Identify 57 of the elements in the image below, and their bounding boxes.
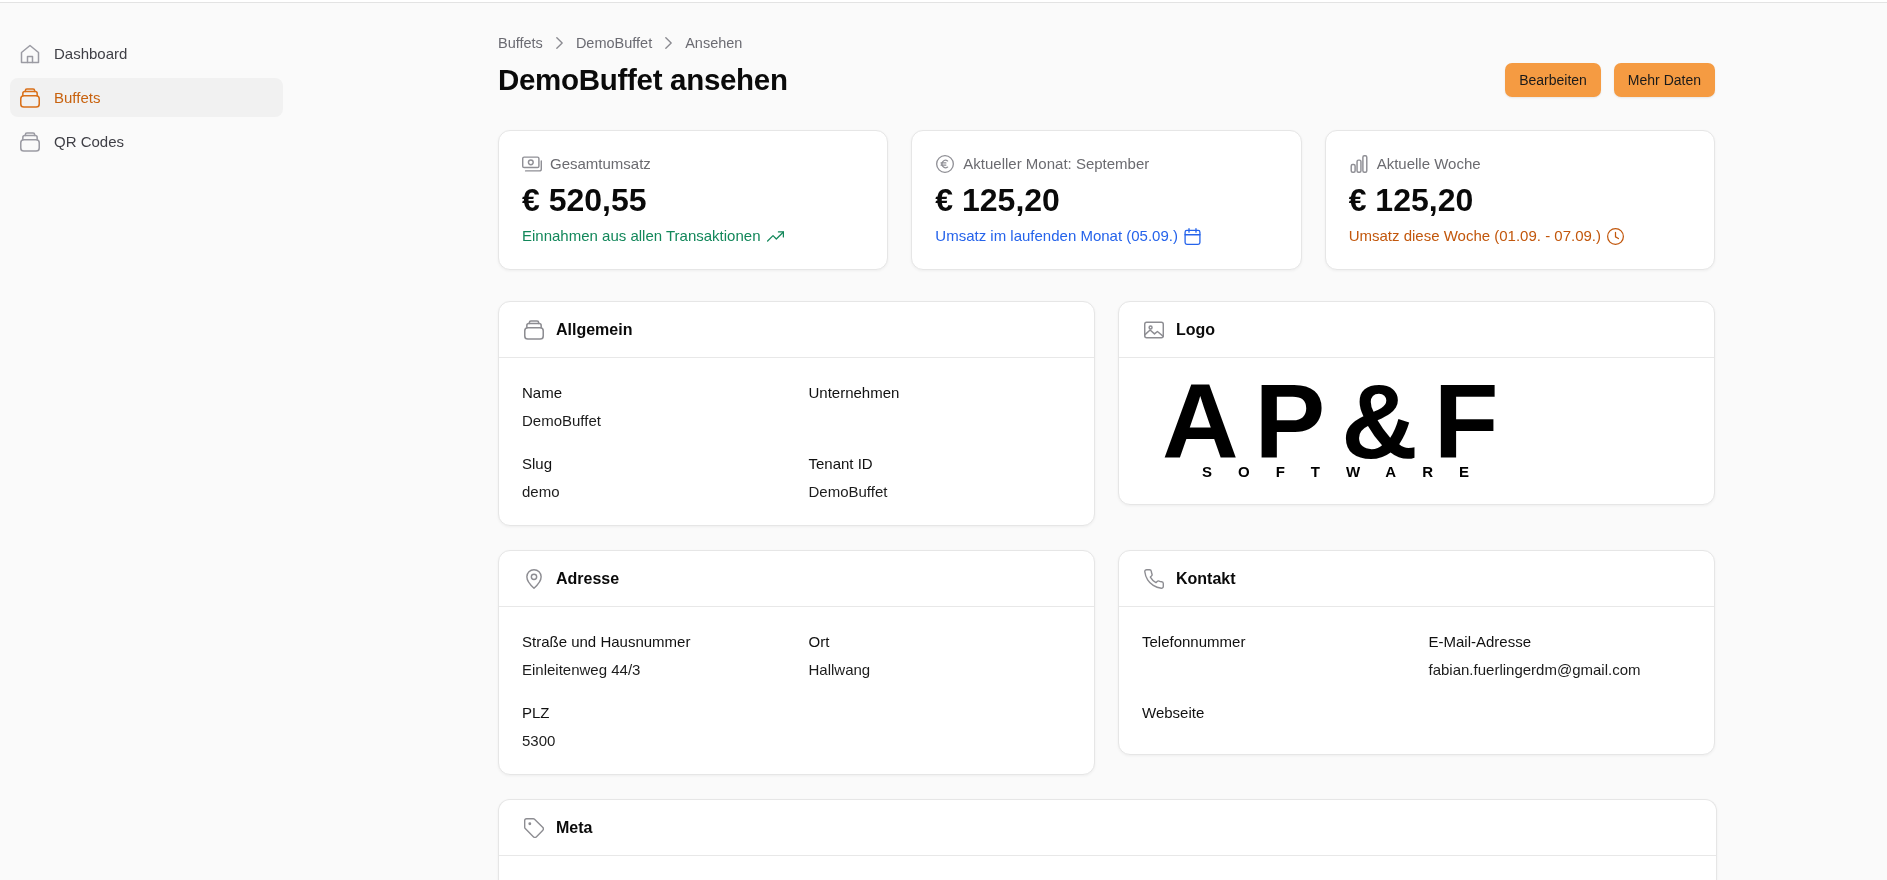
tray-stack-icon xyxy=(20,87,40,108)
page-title: DemoBuffet ansehen xyxy=(498,63,788,97)
edit-button[interactable]: Bearbeiten xyxy=(1505,63,1601,97)
home-icon xyxy=(20,43,40,64)
logo-wordmark: AP&F xyxy=(1162,382,1515,460)
phone-icon xyxy=(1144,568,1164,589)
field-label: Webseite xyxy=(1142,703,1206,723)
banknote-icon xyxy=(522,155,542,173)
breadcrumb-link[interactable]: Buffets xyxy=(498,33,543,53)
calendar-icon xyxy=(1183,227,1201,245)
field-value: DemoBuffet xyxy=(522,411,602,431)
panel-title: Logo xyxy=(1176,319,1216,340)
breadcrumb-current: Ansehen xyxy=(685,34,743,53)
tag-icon xyxy=(524,817,544,838)
map-pin-icon xyxy=(524,568,544,589)
sidebar-item[interactable]: QR Codes xyxy=(10,122,283,161)
stat-value: € 125,20 xyxy=(935,182,1060,218)
stat-label: Gesamtumsatz xyxy=(550,154,651,174)
stat-note: Umsatz im laufenden Monat (05.09.) xyxy=(935,226,1178,246)
stat-note: Einnahmen aus allen Transaktionen xyxy=(522,226,761,246)
panel-title: Allgemein xyxy=(556,319,633,340)
field-label: Straße und Hausnummer xyxy=(522,632,692,652)
panel-title: Adresse xyxy=(556,568,620,589)
euro-coin-icon xyxy=(935,155,956,173)
field-value: DemoBuffet xyxy=(808,482,889,502)
panel-title: Meta xyxy=(556,817,593,838)
sidebar-item[interactable]: Dashboard xyxy=(10,34,283,73)
logo-tagline: SOFTWARE xyxy=(1202,464,1495,480)
field-label: Slug xyxy=(522,454,554,474)
chevron-right-icon xyxy=(665,37,673,49)
field-value: Hallwang xyxy=(808,660,872,680)
stat-label: Aktueller Monat: September xyxy=(963,154,1150,174)
field-label: Ort xyxy=(808,632,831,652)
field-label: Telefonnummer xyxy=(1142,632,1247,652)
field-label: Name xyxy=(522,383,563,403)
field-value: fabian.fuerlingerdm@gmail.com xyxy=(1428,660,1642,680)
more-data-button[interactable]: Mehr Daten xyxy=(1613,63,1715,97)
field-label: Unternehmen xyxy=(808,383,901,403)
stat-label: Aktuelle Woche xyxy=(1376,154,1481,174)
image-icon xyxy=(1144,319,1164,340)
field-value: Einleitenweg 44/3 xyxy=(522,660,642,680)
sidebar-item[interactable]: Buffets xyxy=(10,78,283,117)
field-label: E-Mail-Adresse xyxy=(1428,632,1533,652)
stat-note: Umsatz diese Woche (01.09. - 07.09.) xyxy=(1348,226,1601,246)
tray-stack-icon xyxy=(524,319,544,340)
stat-value: € 520,55 xyxy=(522,182,647,218)
stat-value: € 125,20 xyxy=(1348,182,1474,218)
panel-title: Kontakt xyxy=(1176,568,1236,589)
field-value: demo xyxy=(522,482,561,502)
field-label: PLZ xyxy=(522,703,551,723)
bar-chart-icon xyxy=(1348,155,1369,173)
field-value: 5300 xyxy=(522,731,557,751)
breadcrumb-link[interactable]: DemoBuffet xyxy=(575,33,653,53)
field-label: Tenant ID xyxy=(808,454,874,474)
chevron-right-icon xyxy=(555,37,563,49)
clock-icon xyxy=(1607,227,1624,245)
tray-stack-icon xyxy=(20,131,40,152)
